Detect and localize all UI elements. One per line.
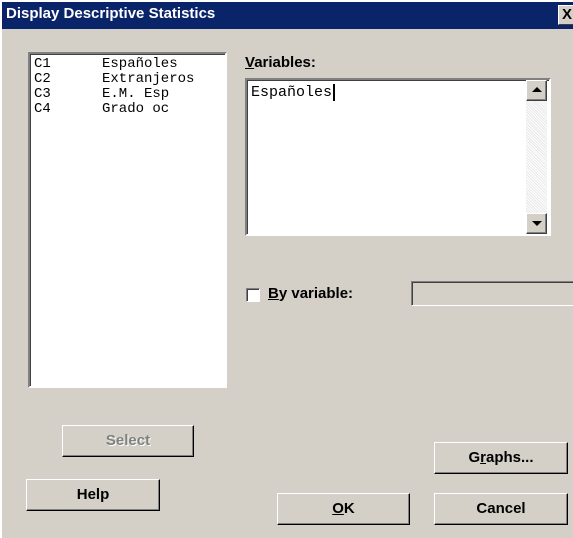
help-button[interactable]: Help — [26, 479, 160, 511]
variables-value: Españoles — [251, 84, 333, 101]
column-id: C4 — [34, 101, 51, 117]
variables-label: Variables: — [245, 54, 316, 71]
column-name: Grado oc — [102, 101, 170, 117]
title-bar[interactable]: Display Descriptive Statistics X — [2, 2, 573, 29]
ok-button[interactable]: OK — [277, 493, 410, 525]
variables-label-accel: V — [245, 54, 255, 71]
graphs-button-label: Graphs... — [468, 443, 533, 473]
ok-label-rest: K — [343, 500, 355, 517]
by-variable-label[interactable]: By variable: — [268, 285, 353, 302]
cancel-button[interactable]: Cancel — [434, 493, 568, 525]
help-button-label: Help — [76, 486, 110, 503]
graphs-label-post: aphs... — [486, 449, 534, 466]
column-id: C3 — [34, 86, 51, 102]
variables-label-text: ariables: — [254, 54, 316, 71]
up-arrow-icon — [532, 87, 542, 92]
ok-button-label: OK — [332, 494, 355, 524]
column-id: C1 — [34, 56, 51, 72]
graphs-button[interactable]: Graphs... — [434, 442, 568, 474]
by-variable-checkbox[interactable] — [246, 288, 260, 302]
descriptive-statistics-dialog: Display Descriptive Statistics X C1 Espa… — [0, 0, 573, 538]
variable-list[interactable]: C1 Españoles C2 Extranjeros C3 E.M. Esp … — [28, 52, 227, 388]
text-caret — [333, 84, 336, 101]
variables-input[interactable]: Españoles — [245, 78, 551, 236]
down-arrow-icon — [532, 221, 542, 226]
column-name: E.M. Esp — [102, 86, 170, 102]
close-button[interactable]: X — [558, 5, 573, 25]
window-title: Display Descriptive Statistics — [6, 5, 216, 22]
variables-input-text: Españoles — [251, 84, 336, 101]
by-variable-label-text: y variable: — [278, 285, 354, 302]
by-variable-input[interactable] — [411, 281, 573, 306]
scroll-up-button[interactable] — [526, 80, 547, 101]
ok-label-accel: O — [332, 500, 344, 517]
select-button-label: Select — [105, 432, 151, 449]
close-icon: X — [562, 6, 573, 23]
column-name: Españoles — [102, 56, 178, 72]
select-button[interactable]: Select — [62, 425, 194, 457]
column-name: Extranjeros — [102, 71, 195, 87]
cancel-button-label: Cancel — [476, 500, 526, 517]
scroll-down-button[interactable] — [526, 213, 547, 234]
by-variable-label-accel: B — [268, 285, 279, 302]
column-id: C2 — [34, 71, 51, 87]
graphs-label-pre: G — [468, 449, 481, 466]
variables-scrollbar[interactable] — [526, 80, 547, 234]
